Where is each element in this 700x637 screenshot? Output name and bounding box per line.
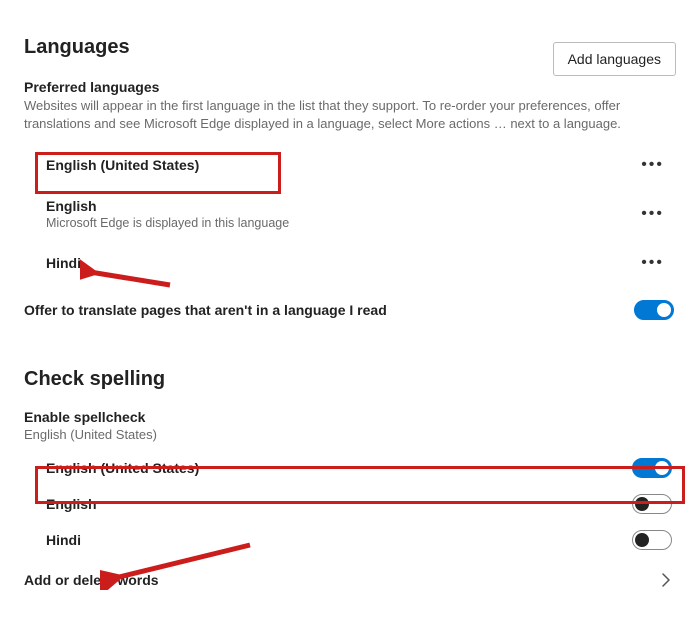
offer-translate-label: Offer to translate pages that aren't in … xyxy=(24,302,387,318)
spellcheck-language-list: English (United States) English Hindi xyxy=(24,450,676,558)
language-row-en[interactable]: English Microsoft Edge is displayed in t… xyxy=(24,188,676,240)
add-or-delete-words-row[interactable]: Add or delete words xyxy=(24,558,676,602)
more-actions-button[interactable]: ••• xyxy=(633,201,672,227)
more-actions-button[interactable]: ••• xyxy=(633,152,672,178)
language-name: English xyxy=(46,198,289,214)
preferred-languages-description: Websites will appear in the first langua… xyxy=(24,97,664,132)
spellcheck-language-name: Hindi xyxy=(46,532,81,548)
preferred-language-list: English (United States) ••• English Micr… xyxy=(24,142,676,286)
offer-translate-row: Offer to translate pages that aren't in … xyxy=(24,286,676,334)
spellcheck-toggle-hi[interactable] xyxy=(632,530,672,550)
languages-heading: Languages xyxy=(24,36,130,59)
enable-spellcheck-description: English (United States) xyxy=(24,427,676,442)
preferred-languages-heading: Preferred languages xyxy=(24,79,676,95)
spellcheck-row-en-us: English (United States) xyxy=(24,450,676,486)
language-name: English (United States) xyxy=(46,157,199,173)
enable-spellcheck-heading: Enable spellcheck xyxy=(24,409,676,425)
spellcheck-toggle-en[interactable] xyxy=(632,494,672,514)
language-row-en-us[interactable]: English (United States) ••• xyxy=(24,142,676,188)
spellcheck-language-name: English xyxy=(46,496,97,512)
add-languages-button[interactable]: Add languages xyxy=(553,42,676,76)
check-spelling-heading: Check spelling xyxy=(24,368,676,391)
spellcheck-row-hi: Hindi xyxy=(24,522,676,558)
add-or-delete-words-label: Add or delete words xyxy=(24,572,159,588)
spellcheck-toggle-en-us[interactable] xyxy=(632,458,672,478)
more-actions-button[interactable]: ••• xyxy=(633,250,672,276)
offer-translate-toggle[interactable] xyxy=(634,300,674,320)
spellcheck-language-name: English (United States) xyxy=(46,460,199,476)
spellcheck-row-en: English xyxy=(24,486,676,522)
chevron-right-icon xyxy=(658,572,674,588)
language-subtext: Microsoft Edge is displayed in this lang… xyxy=(46,216,289,230)
language-row-hi[interactable]: Hindi ••• xyxy=(24,240,676,286)
language-name: Hindi xyxy=(46,255,81,271)
